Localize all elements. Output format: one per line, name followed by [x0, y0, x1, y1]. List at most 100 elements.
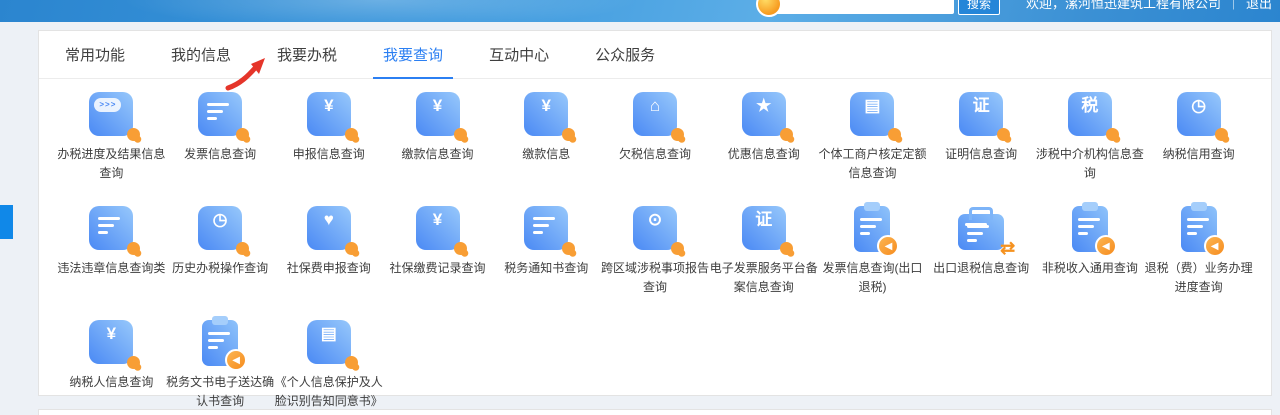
icon-glyph: ▤: [320, 324, 337, 344]
service-label: 税务文书电子送达确认书查询: [166, 375, 275, 408]
service-tile[interactable]: 证 证明信息查询: [927, 92, 1036, 164]
search-button[interactable]: 搜索: [958, 0, 1000, 15]
document-lines-icon: [1077, 218, 1100, 236]
service-label: 非税收入通用查询: [1041, 261, 1138, 276]
service-tile[interactable]: ♥ 社保费申报查询: [274, 206, 383, 278]
tab-tax-handling[interactable]: 我要办税: [267, 31, 347, 79]
tab-interaction-center[interactable]: 互动中心: [479, 31, 559, 79]
service-tile[interactable]: 税 涉税中介机构信息查询: [1036, 92, 1145, 182]
side-drawer-handle[interactable]: [0, 205, 13, 239]
arrow-badge-icon: [1094, 235, 1117, 258]
arrow-badge-icon: [225, 349, 248, 372]
tab-tax-query[interactable]: 我要查询: [373, 31, 454, 79]
icon-glyph: ⊙: [647, 210, 663, 230]
magnifier-icon: [344, 356, 358, 370]
service-tile[interactable]: ¥ 缴款信息查询: [383, 92, 492, 164]
service-tile[interactable]: ★ 优惠信息查询: [709, 92, 818, 164]
search-ball-icon: [756, 0, 782, 17]
service-label: 发票信息查询(出口退税): [822, 261, 923, 294]
service-label: 缴款信息: [522, 147, 571, 161]
tab-label: 我要查询: [383, 47, 444, 64]
icon-glyph: ◷: [212, 210, 228, 230]
magnifier-icon: [779, 128, 793, 141]
service-tile[interactable]: ¥ 社保缴费记录查询: [383, 206, 492, 278]
service-tile[interactable]: >>> 办税进度及结果信息查询: [57, 92, 166, 182]
service-label: 纳税信用查询: [1162, 147, 1235, 161]
tab-public-service[interactable]: 公众服务: [585, 31, 665, 79]
welcome-text: 欢迎，漯河恒迅建筑工程有限公司: [1025, 0, 1221, 11]
magnifier-icon: [888, 128, 902, 141]
service-tile[interactable]: ¥ 申报信息查询: [274, 92, 383, 164]
service-tile[interactable]: ◷ 纳税信用查询: [1144, 92, 1253, 164]
magnifier-icon: [997, 128, 1011, 141]
service-label: 涉税中介机构信息查询: [1035, 147, 1144, 180]
magnifier-icon: [127, 242, 141, 256]
service-tile[interactable]: ▤ 《个人信息保护及人脸识别告知同意书》查询: [274, 320, 383, 415]
query-service-icon: ★: [741, 92, 793, 141]
service-label: 办税进度及结果信息查询: [57, 147, 166, 180]
query-service-icon: ⌂: [632, 92, 684, 141]
query-service-icon: [198, 92, 250, 141]
service-tile[interactable]: ⊙ 跨区域涉税事项报告查询: [601, 206, 710, 296]
swap-arrows-icon: [1000, 238, 1015, 259]
query-service-icon: [958, 214, 1005, 251]
service-tile[interactable]: 发票信息查询: [166, 92, 275, 164]
tab-label: 我的信息: [171, 47, 232, 64]
magnifier-icon: [562, 128, 576, 141]
query-service-icon: 证: [959, 92, 1011, 141]
service-label: 发票信息查询: [184, 147, 257, 161]
service-label: 退税（费）业务办理进度查询: [1144, 261, 1253, 294]
service-label: 欠税信息查询: [618, 147, 691, 161]
icon-glyph: ¥: [432, 210, 443, 230]
icon-glyph: 证: [755, 210, 773, 230]
arrow-badge-icon: [1203, 235, 1226, 258]
icon-glyph: 证: [972, 96, 990, 115]
service-tile[interactable]: 发票信息查询(出口退税): [818, 206, 927, 296]
query-service-icon: [202, 320, 248, 372]
service-tile[interactable]: 证 电子发票服务平台备案信息查询: [709, 206, 818, 296]
query-service-icon: [1180, 206, 1226, 258]
magnifier-icon: [1214, 128, 1228, 141]
query-service-icon: ♥: [306, 206, 358, 256]
service-tile[interactable]: ◷ 历史办税操作查询: [166, 206, 275, 278]
query-service-icon: ▤: [306, 320, 358, 370]
query-service-icon: ▤: [850, 92, 902, 141]
service-label: 缴款信息查询: [401, 147, 474, 161]
query-service-icon: ¥: [524, 92, 576, 141]
search-input[interactable]: [772, 0, 954, 14]
document-lines-icon: [98, 217, 121, 235]
service-tile[interactable]: 税务文书电子送达确认书查询: [166, 320, 275, 410]
query-service-icon: [89, 206, 141, 256]
document-lines-icon: [533, 217, 556, 235]
main-panel: 常用功能 我的信息 我要办税 我要查询 互动中心 公众服务 >>> 办税进度及结…: [38, 30, 1272, 415]
service-label: 优惠信息查询: [727, 147, 800, 161]
welcome-divider: ｜: [1226, 0, 1240, 11]
tab-label: 公众服务: [595, 47, 656, 64]
service-tile[interactable]: 违法违章信息查询类: [57, 206, 166, 278]
service-tile[interactable]: 出口退税信息查询: [927, 206, 1036, 278]
magnifier-icon: [236, 242, 250, 256]
magnifier-icon: [779, 242, 793, 256]
document-lines-icon: [1186, 218, 1209, 236]
service-label: 社保费申报查询: [286, 261, 371, 276]
query-service-icon: ¥: [415, 206, 467, 256]
service-tile[interactable]: 税务通知书查询: [492, 206, 601, 278]
magnifier-icon: [562, 242, 576, 256]
service-tile[interactable]: 退税（费）业务办理进度查询: [1144, 206, 1253, 296]
magnifier-icon: [670, 128, 684, 141]
magnifier-icon: [1105, 128, 1119, 141]
tab-common-functions[interactable]: 常用功能: [55, 31, 135, 79]
icon-glyph: ▤: [864, 96, 881, 115]
tab-my-information[interactable]: 我的信息: [161, 31, 241, 79]
icon-glyph: ◷: [1191, 96, 1207, 115]
service-tile[interactable]: 非税收入通用查询: [1036, 206, 1145, 278]
service-tile[interactable]: ▤ 个体工商户核定定额信息查询: [818, 92, 927, 182]
logout-link[interactable]: 退出: [1246, 0, 1272, 11]
service-tile[interactable]: ¥ 缴款信息: [492, 92, 601, 164]
icon-glyph: ★: [756, 96, 772, 115]
query-service-icon: [854, 206, 900, 258]
service-label: 个体工商户核定定额信息查询: [818, 147, 927, 180]
query-service-icon: >>>: [89, 92, 141, 141]
service-tile[interactable]: ⌂ 欠税信息查询: [601, 92, 710, 164]
service-tile[interactable]: ¥ 纳税人信息查询: [57, 320, 166, 392]
